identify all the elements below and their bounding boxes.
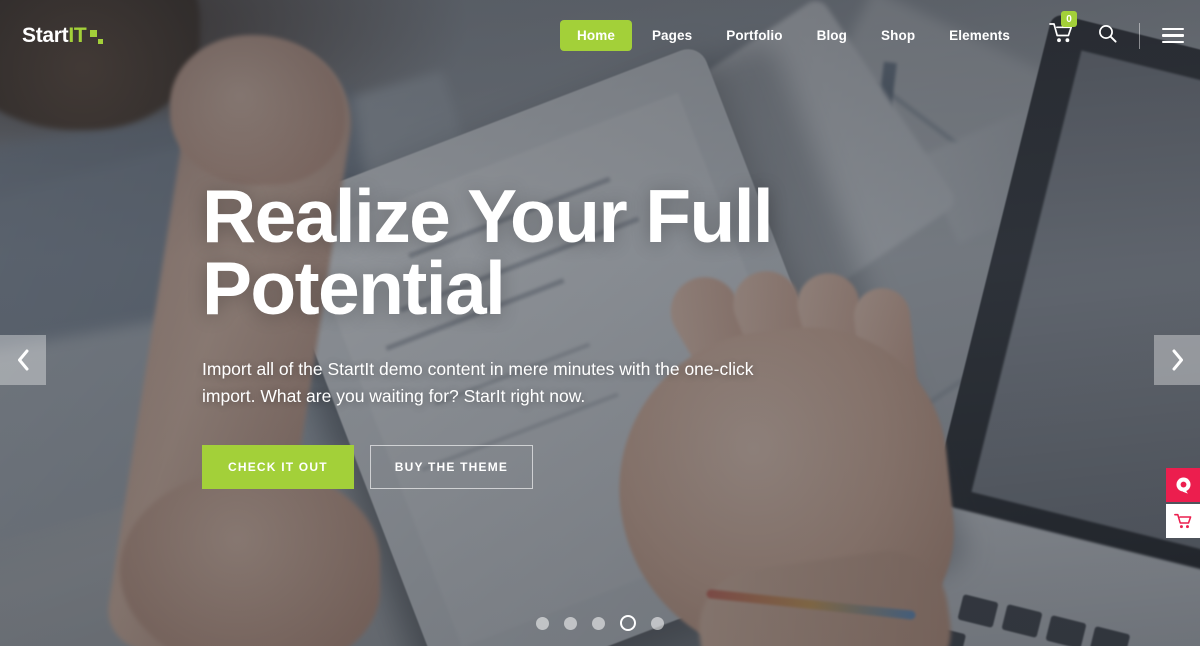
slider-dot-5[interactable] bbox=[651, 616, 664, 630]
slider-dot-3[interactable] bbox=[592, 616, 605, 630]
slider-pagination bbox=[0, 615, 1200, 631]
site-header: Start IT Home Pages Portfolio Blog Shop E… bbox=[0, 0, 1200, 71]
hero-subtitle: Import all of the StartIt demo content i… bbox=[202, 359, 754, 406]
hero-headline: Realize Your Full Potential bbox=[202, 174, 842, 330]
nav-item-portfolio[interactable]: Portfolio bbox=[709, 29, 799, 43]
search-icon bbox=[1099, 24, 1117, 43]
hero-headline-line-1: Realize Your Full bbox=[202, 174, 774, 258]
slider-prev-button[interactable] bbox=[0, 335, 46, 385]
chevron-left-icon bbox=[17, 349, 28, 371]
check-it-out-button[interactable]: CHECK IT OUT bbox=[202, 445, 354, 490]
chevron-right-icon bbox=[1172, 349, 1183, 371]
slider-next-button[interactable] bbox=[1154, 335, 1200, 385]
nav-item-home[interactable]: Home bbox=[560, 19, 632, 52]
nav-item-elements[interactable]: Elements bbox=[932, 29, 1027, 43]
floating-cart-button[interactable] bbox=[1166, 504, 1200, 538]
buy-the-theme-button[interactable]: BUY THE THEME bbox=[369, 445, 534, 490]
header-menu-button[interactable] bbox=[1148, 24, 1200, 48]
floating-side-buttons bbox=[1166, 468, 1200, 538]
header-divider bbox=[1139, 22, 1140, 49]
nav-item-blog[interactable]: Blog bbox=[800, 29, 864, 43]
logo-text-primary: Start bbox=[22, 24, 69, 47]
header-icon-group: 0 bbox=[1039, 11, 1200, 49]
slider-dot-4[interactable] bbox=[620, 615, 636, 631]
nav-item-pages[interactable]: Pages bbox=[635, 29, 709, 43]
page-root: Start IT Home Pages Portfolio Blog Shop E… bbox=[0, 0, 1200, 646]
logo-text-accent: IT bbox=[68, 24, 87, 47]
qode-brand-button[interactable] bbox=[1166, 468, 1200, 502]
slider-dot-2[interactable] bbox=[564, 616, 577, 630]
cart-count-badge: 0 bbox=[1061, 11, 1077, 27]
site-logo[interactable]: Start IT bbox=[22, 25, 104, 46]
qode-logo-icon bbox=[1175, 477, 1191, 494]
hero-slide-content: Realize Your Full Potential Import all o… bbox=[202, 174, 842, 490]
shopping-cart-icon bbox=[1173, 513, 1191, 528]
nav-item-shop[interactable]: Shop bbox=[864, 29, 932, 43]
slider-dot-1[interactable] bbox=[536, 616, 549, 630]
header-search-button[interactable] bbox=[1084, 24, 1131, 48]
main-navigation: Home Pages Portfolio Blog Shop Elements … bbox=[560, 0, 1200, 71]
logo-squares-icon bbox=[90, 30, 104, 46]
header-cart-button[interactable]: 0 bbox=[1039, 11, 1084, 49]
hero-headline-line-2: Potential bbox=[202, 246, 506, 330]
hamburger-menu-icon bbox=[1162, 27, 1184, 31]
hero-button-row: CHECK IT OUT BUY THE THEME bbox=[202, 445, 842, 490]
